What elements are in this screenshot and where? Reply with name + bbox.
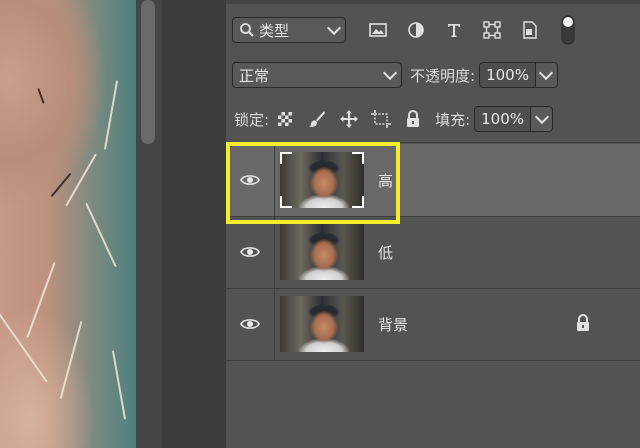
lock-label: 锁定: bbox=[234, 110, 270, 129]
filter-kind-label: 类型 bbox=[259, 21, 290, 40]
adjustment-filter-icon[interactable] bbox=[402, 16, 430, 44]
layer-visibility-toggle[interactable] bbox=[226, 216, 275, 288]
layer-lock-icon[interactable] bbox=[576, 314, 590, 336]
scrollbar-thumb[interactable] bbox=[141, 0, 155, 144]
type-filter-icon[interactable] bbox=[440, 16, 468, 44]
smart-object-filter-icon[interactable] bbox=[516, 16, 544, 44]
canvas-hair-detail bbox=[103, 80, 119, 150]
lock-all-icon[interactable] bbox=[401, 105, 425, 133]
layer-thumbnail bbox=[280, 224, 364, 280]
layers-panel: 类型 正常 不透明度: 100% 锁定: 填充: 100% 高 低 背景 bbox=[226, 0, 640, 448]
opacity-label: 不透明度: bbox=[410, 66, 476, 85]
opacity-dropdown-button[interactable] bbox=[535, 62, 558, 88]
blend-opacity-row: 正常 不透明度: 100% bbox=[226, 60, 640, 90]
blend-mode-dropdown[interactable]: 正常 bbox=[232, 62, 402, 88]
layer-row-background[interactable]: 背景 bbox=[226, 288, 640, 361]
layer-row-high[interactable]: 高 bbox=[226, 144, 640, 217]
layer-thumbnail bbox=[280, 296, 364, 352]
eye-icon bbox=[240, 319, 260, 329]
layer-name[interactable]: 高 bbox=[378, 144, 393, 216]
search-icon bbox=[240, 23, 254, 37]
lock-position-move-icon[interactable] bbox=[337, 105, 361, 133]
opacity-input[interactable]: 100% bbox=[479, 62, 536, 88]
layer-name[interactable]: 背景 bbox=[378, 288, 408, 360]
layer-filter-bar: 类型 bbox=[226, 14, 640, 46]
panel-gutter bbox=[162, 0, 226, 448]
fill-label: 填充: bbox=[435, 110, 471, 129]
shape-filter-icon[interactable] bbox=[478, 16, 506, 44]
eye-icon bbox=[240, 175, 260, 185]
image-filter-icon[interactable] bbox=[364, 16, 392, 44]
canvas-hair-detail bbox=[0, 307, 48, 383]
canvas-hair-detail bbox=[37, 88, 45, 104]
canvas-hair-detail bbox=[59, 321, 83, 399]
lock-pixels-brush-icon[interactable] bbox=[305, 105, 329, 133]
blend-mode-value: 正常 bbox=[239, 66, 270, 85]
layer-name[interactable]: 低 bbox=[378, 216, 393, 288]
eye-icon bbox=[240, 247, 260, 257]
layer-visibility-toggle[interactable] bbox=[226, 144, 275, 216]
canvas-hair-detail bbox=[111, 350, 127, 420]
layer-visibility-toggle[interactable] bbox=[226, 288, 275, 360]
filter-kind-dropdown[interactable]: 类型 bbox=[232, 17, 346, 43]
lock-artboard-icon[interactable] bbox=[369, 105, 393, 133]
fill-input[interactable]: 100% bbox=[474, 106, 532, 132]
canvas-hair-detail bbox=[26, 262, 56, 338]
layer-thumbnail bbox=[280, 152, 364, 208]
fill-dropdown-button[interactable] bbox=[531, 106, 554, 132]
lock-transparency-icon[interactable] bbox=[273, 105, 297, 133]
canvas-image-area[interactable] bbox=[0, 0, 136, 448]
canvas-hair-detail bbox=[50, 172, 72, 198]
canvas-hair-detail bbox=[85, 202, 117, 268]
layer-row-low[interactable]: 低 bbox=[226, 216, 640, 289]
chevron-down-icon bbox=[534, 109, 549, 125]
canvas-hair-detail bbox=[65, 153, 97, 207]
chevron-down-icon bbox=[382, 65, 398, 81]
lock-fill-row: 锁定: 填充: 100% bbox=[226, 104, 640, 143]
chevron-down-icon bbox=[326, 20, 342, 36]
panel-top-border bbox=[226, 0, 640, 4]
filter-toggle-icon[interactable] bbox=[554, 15, 582, 45]
chevron-down-icon bbox=[539, 65, 554, 81]
